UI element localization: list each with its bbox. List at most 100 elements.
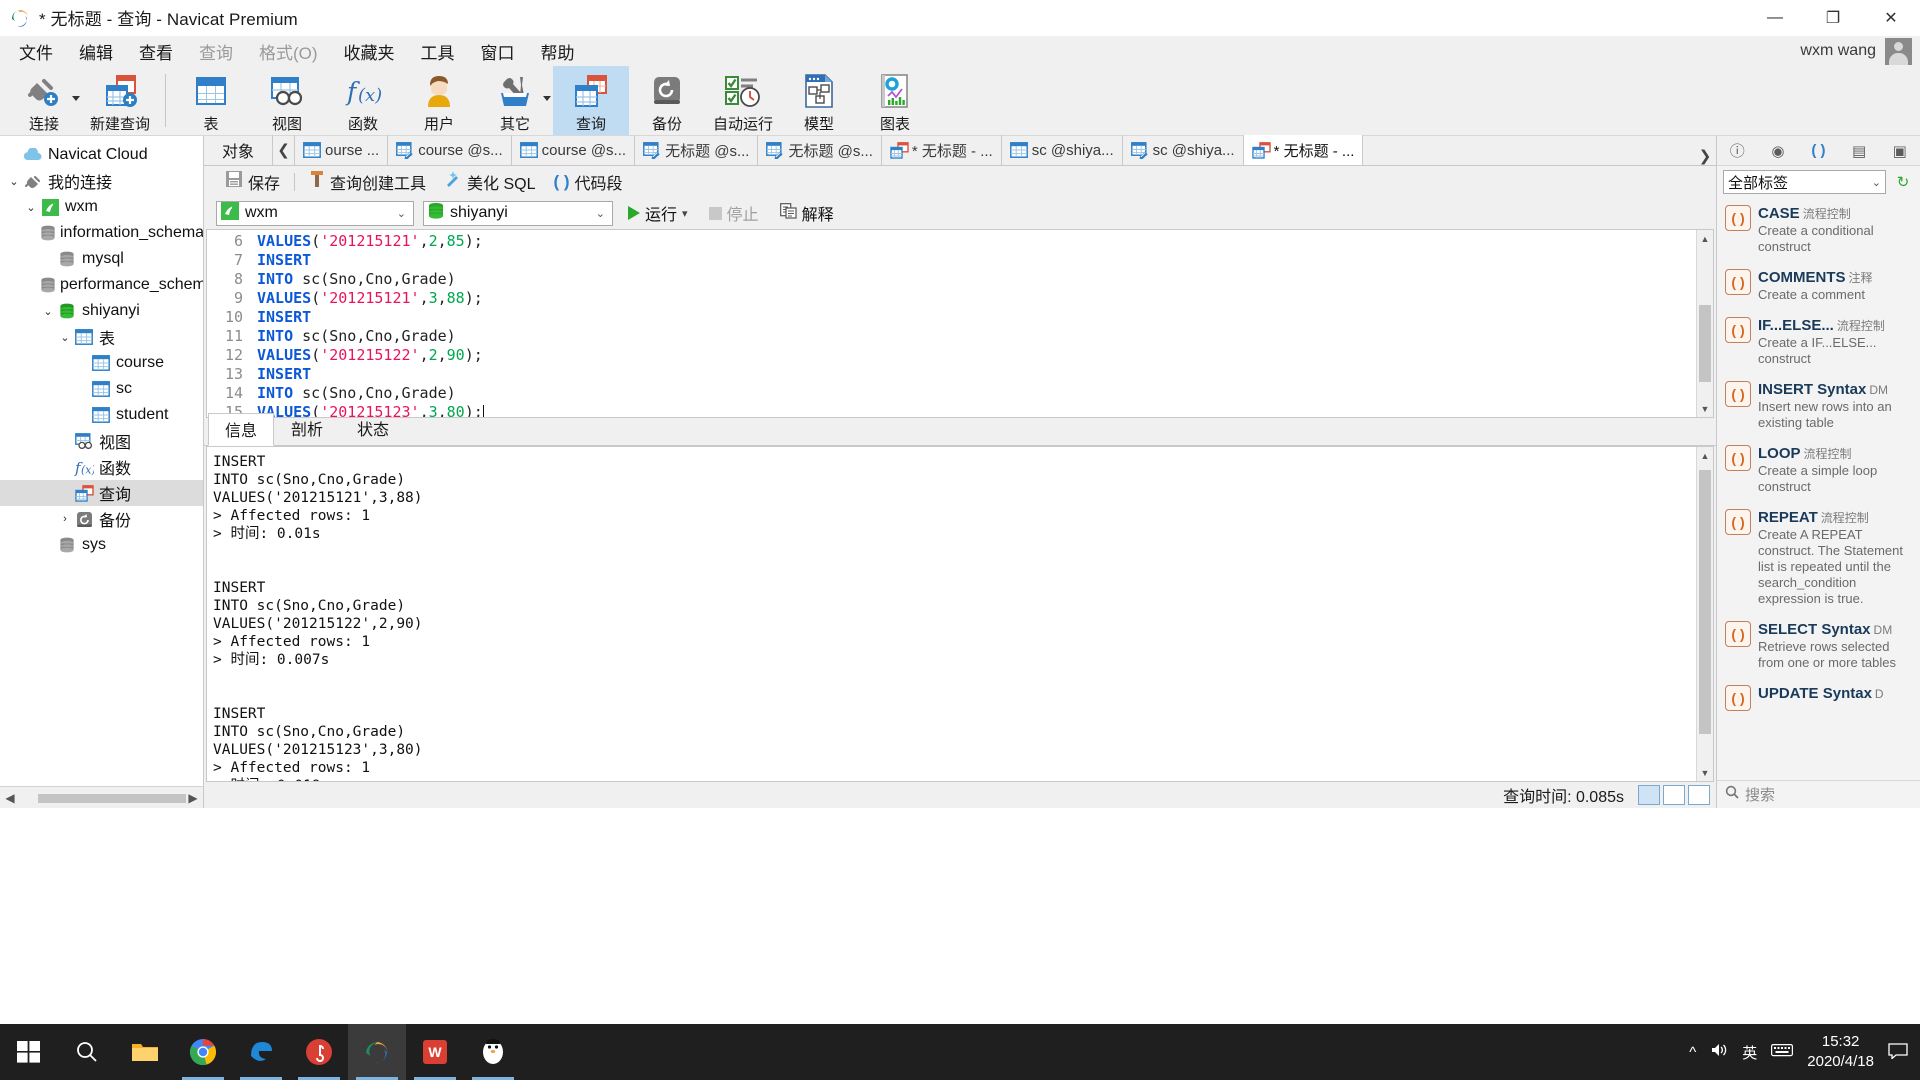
connection-select[interactable]: wxm ⌄	[216, 201, 414, 226]
menu-view[interactable]: 查看	[126, 36, 186, 67]
menu-tools[interactable]: 工具	[408, 36, 468, 67]
document-tab[interactable]: course @s...	[512, 135, 635, 165]
scroll-track[interactable]	[1697, 247, 1713, 400]
snippet-item[interactable]: ( )UPDATE SyntaxD	[1717, 678, 1920, 718]
menu-format[interactable]: 格式(O)	[246, 36, 331, 67]
scroll-up-icon[interactable]: ▲	[1697, 447, 1713, 464]
toolbar-automation[interactable]: 自动运行	[705, 66, 781, 135]
view-toggle-grid[interactable]	[1638, 785, 1660, 805]
tree-item-我的连接[interactable]: ⌄我的连接	[0, 168, 203, 194]
snippet-item[interactable]: ( )COMMENTS注释Create a comment	[1717, 262, 1920, 310]
scroll-down-icon[interactable]: ▼	[1697, 764, 1713, 781]
chevron-down-icon[interactable]: ▾	[682, 207, 688, 220]
result-vertical-scrollbar[interactable]: ▲ ▼	[1696, 447, 1713, 781]
menu-query[interactable]: 查询	[186, 36, 246, 67]
tab-scroll-next-icon[interactable]: ❯	[1694, 147, 1716, 165]
snippet-search-input[interactable]: 搜索	[1745, 784, 1775, 805]
code-snippet-button[interactable]: ( ) 代码段	[545, 169, 632, 195]
tab-scroll-prev-icon[interactable]: ❮	[273, 135, 295, 165]
chevron-down-icon[interactable]	[72, 96, 80, 101]
document-tab[interactable]: ourse ...	[295, 135, 388, 165]
qq-icon[interactable]	[464, 1024, 522, 1080]
toolbar-user[interactable]: 用户	[401, 66, 477, 135]
snippet-item[interactable]: ( )SELECT SyntaxDMRetrieve rows selected…	[1717, 614, 1920, 678]
volume-icon[interactable]	[1710, 1042, 1728, 1062]
netease-music-icon[interactable]	[290, 1024, 348, 1080]
toolbar-new-query[interactable]: 新建查询	[82, 66, 158, 135]
record-icon[interactable]: ◉	[1766, 140, 1790, 162]
tree-item-mysql[interactable]: mysql	[0, 246, 203, 272]
menu-window[interactable]: 窗口	[468, 36, 528, 67]
tray-chevron-up-icon[interactable]: ^	[1689, 1044, 1696, 1061]
edge-icon[interactable]	[232, 1024, 290, 1080]
close-button[interactable]: ✕	[1862, 0, 1920, 36]
notification-icon[interactable]	[1888, 1042, 1908, 1063]
toolbar-function[interactable]: f (x) 函数	[325, 66, 401, 135]
document-tab[interactable]: 无标题 @s...	[758, 135, 881, 165]
chevron-down-icon[interactable]: ⌄	[596, 207, 608, 220]
tree-item-函数[interactable]: f(x)函数	[0, 454, 203, 480]
scroll-thumb[interactable]	[1699, 305, 1711, 382]
tab-objects[interactable]: 对象	[204, 135, 273, 165]
document-tab[interactable]: sc @shiya...	[1002, 135, 1123, 165]
ime-indicator[interactable]: 英	[1742, 1042, 1757, 1063]
snippet-item[interactable]: ( )LOOP流程控制Create a simple loop construc…	[1717, 438, 1920, 502]
snippet-item[interactable]: ( )CASE流程控制Create a conditional construc…	[1717, 198, 1920, 262]
tree-item-sc[interactable]: sc	[0, 376, 203, 402]
database-select[interactable]: shiyanyi ⌄	[423, 201, 613, 226]
tree-item-navicat-cloud[interactable]: Navicat Cloud	[0, 142, 203, 168]
chevron-down-icon[interactable]: ⌄	[23, 201, 39, 214]
menu-file[interactable]: 文件	[6, 36, 66, 67]
view-toggle-split[interactable]	[1688, 785, 1710, 805]
chevron-down-icon[interactable]: ⌄	[57, 331, 73, 344]
scroll-track[interactable]	[1697, 464, 1713, 764]
tree-item-information_schema[interactable]: information_schema	[0, 220, 203, 246]
scroll-thumb[interactable]	[1699, 470, 1711, 734]
save-button[interactable]: 保存	[216, 169, 289, 195]
toolbar-view[interactable]: 视图	[249, 66, 325, 135]
chevron-down-icon[interactable]: ⌄	[1872, 176, 1881, 189]
snippet-item[interactable]: ( )REPEAT流程控制Create A REPEAT construct. …	[1717, 502, 1920, 614]
toolbar-backup[interactable]: 备份	[629, 66, 705, 135]
snippet-item[interactable]: ( )IF...ELSE...流程控制Create a IF...ELSE...…	[1717, 310, 1920, 374]
query-builder-button[interactable]: 查询创建工具	[300, 169, 435, 195]
grid-icon[interactable]: ▤	[1847, 140, 1871, 162]
document-tab[interactable]: * 无标题 - ...	[1244, 135, 1364, 165]
sidebar-horizontal-scrollbar[interactable]: ◀ ▶	[0, 786, 203, 808]
chrome-icon[interactable]	[174, 1024, 232, 1080]
tree-item-备份[interactable]: ›备份	[0, 506, 203, 532]
chevron-down-icon[interactable]: ⌄	[397, 207, 409, 220]
user-area[interactable]: wxm wang	[1800, 36, 1912, 66]
chevron-down-icon[interactable]: ⌄	[40, 305, 56, 318]
box-icon[interactable]: ▣	[1888, 140, 1912, 162]
scroll-up-icon[interactable]: ▲	[1697, 230, 1713, 247]
toolbar-connection[interactable]: 连接	[6, 66, 82, 135]
toolbar-others[interactable]: 其它	[477, 66, 553, 135]
editor-vertical-scrollbar[interactable]: ▲ ▼	[1696, 230, 1713, 417]
search-icon[interactable]	[58, 1024, 116, 1080]
tree-item-performance_schema[interactable]: performance_schema	[0, 272, 203, 298]
refresh-icon[interactable]: ↻	[1892, 171, 1914, 193]
chevron-down-icon[interactable]	[543, 96, 551, 101]
sql-code-area[interactable]: VALUES('201215121',2,85);INSERTINTO sc(S…	[251, 230, 1696, 417]
scroll-thumb[interactable]	[38, 794, 186, 803]
avatar[interactable]	[1885, 38, 1912, 65]
tree-item-sys[interactable]: sys	[0, 532, 203, 558]
document-tab[interactable]: 无标题 @s...	[635, 135, 758, 165]
start-icon[interactable]	[0, 1024, 58, 1080]
explain-button[interactable]: 解释	[774, 201, 840, 225]
run-button[interactable]: 运行 ▾	[622, 201, 694, 225]
tree-item-查询[interactable]: 查询	[0, 480, 203, 506]
snippet-list[interactable]: ( )CASE流程控制Create a conditional construc…	[1717, 198, 1920, 780]
tree-item-course[interactable]: course	[0, 350, 203, 376]
menu-favorites[interactable]: 收藏夹	[331, 36, 408, 67]
tree-item-视图[interactable]: 视图	[0, 428, 203, 454]
sql-editor[interactable]: 6789101112131415 VALUES('201215121',2,85…	[206, 229, 1714, 418]
scroll-down-icon[interactable]: ▼	[1697, 400, 1713, 417]
navicat-icon[interactable]	[348, 1024, 406, 1080]
file-explorer-icon[interactable]	[116, 1024, 174, 1080]
toolbar-query[interactable]: 查询	[553, 66, 629, 135]
tree-item-表[interactable]: ⌄表	[0, 324, 203, 350]
document-tab[interactable]: course @s...	[388, 135, 511, 165]
menu-help[interactable]: 帮助	[528, 36, 588, 67]
